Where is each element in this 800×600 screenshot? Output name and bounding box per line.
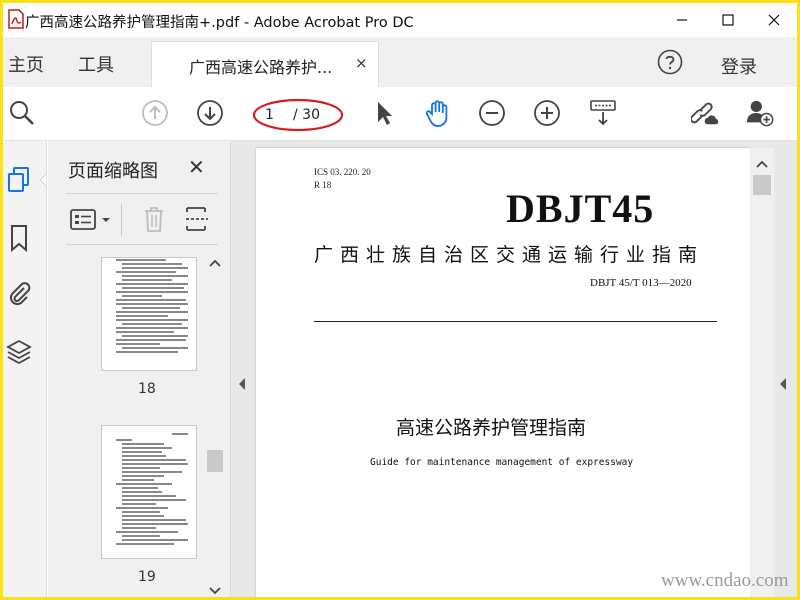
login-button[interactable]: 登录 <box>721 53 757 79</box>
collapse-left-panel-icon[interactable] <box>238 377 246 391</box>
thumbnail-page-number: 19 <box>138 569 156 585</box>
tab-document[interactable]: 广西高速公路养护... × <box>151 41 379 87</box>
panel-close-icon[interactable]: ✕ <box>188 155 205 179</box>
document-title: 高速公路养护管理指南 <box>396 417 587 439</box>
header-rule <box>314 321 717 322</box>
maximize-button[interactable] <box>705 3 751 37</box>
tab-tools[interactable]: 工具 <box>78 51 114 77</box>
keyboard-scroll-icon <box>590 100 616 126</box>
zoom-out-icon <box>479 100 505 126</box>
add-user-button[interactable] <box>745 98 775 128</box>
panel-toolbar <box>66 193 218 245</box>
rotate-page-icon[interactable] <box>184 205 210 233</box>
rail-selection-pointer <box>39 173 47 187</box>
previous-page-button[interactable] <box>140 98 170 128</box>
cursor-arrow-icon <box>378 102 392 125</box>
delete-page-icon[interactable] <box>142 205 166 233</box>
zoom-in-icon <box>534 100 560 126</box>
standard-code: DBJT45 <box>506 186 655 231</box>
pdf-page: ICS 03. 220. 20 R 18 DBJT45 广西壮族自治区交通运输行… <box>256 148 750 597</box>
document-viewer: ICS 03. 220. 20 R 18 DBJT45 广西壮族自治区交通运输行… <box>231 141 797 597</box>
page-thumbnail-18[interactable] <box>101 257 197 371</box>
next-page-button[interactable] <box>195 98 225 128</box>
expand-right-panel-icon[interactable] <box>779 377 787 391</box>
zoom-search-icon <box>10 101 34 125</box>
zoom-in-button[interactable] <box>532 98 562 128</box>
red-highlight-ellipse <box>252 98 344 132</box>
select-tool-button[interactable] <box>369 98 399 128</box>
options-menu-icon[interactable] <box>70 208 114 232</box>
link-cloud-icon <box>691 102 719 125</box>
hand-tool-button[interactable] <box>423 98 453 128</box>
thumbnail-scrollbar[interactable] <box>205 251 225 597</box>
panel-title: 页面缩略图 <box>68 161 158 182</box>
scroll-down-icon[interactable] <box>209 587 221 595</box>
document-subtitle: Guide for maintenance management of expr… <box>370 457 634 468</box>
scroll-up-icon[interactable] <box>209 259 221 267</box>
title-bar: 广西高速公路养护管理指南+.pdf - Adobe Acrobat Pro DC <box>3 3 797 37</box>
attachment-icon[interactable] <box>5 279 33 309</box>
minimize-button[interactable] <box>659 3 705 37</box>
scroll-mode-button[interactable] <box>588 98 618 128</box>
thumbnail-scroll-thumb[interactable] <box>207 450 223 472</box>
issuing-agency: 广西壮族自治区交通运输行业指南 <box>314 244 705 266</box>
help-icon[interactable] <box>657 49 683 75</box>
ics-code: ICS 03. 220. 20 <box>314 167 371 177</box>
document-scrollbar[interactable] <box>750 148 774 597</box>
arrow-up-circle-icon <box>142 100 168 126</box>
zoom-search-button[interactable] <box>7 98 37 128</box>
acrobat-app-icon <box>8 9 24 29</box>
maximize-icon <box>722 14 734 26</box>
bookmark-icon[interactable] <box>5 223 33 253</box>
toolbar: 1 / 30 <box>3 87 797 141</box>
scroll-up-icon[interactable] <box>756 160 768 168</box>
hand-icon <box>425 100 448 127</box>
close-icon <box>768 14 780 26</box>
arrow-down-circle-icon <box>197 100 223 126</box>
thumbnail-text-lines <box>116 259 188 353</box>
document-scroll-thumb[interactable] <box>753 175 771 195</box>
share-link-button[interactable] <box>691 98 721 128</box>
left-rail <box>3 141 47 597</box>
close-button[interactable] <box>751 3 797 37</box>
page-thumbnails-icon[interactable] <box>5 165 33 195</box>
toolbar-divider <box>121 204 122 236</box>
add-user-icon <box>746 100 774 127</box>
page-number-field[interactable]: 1 / 30 <box>252 98 344 132</box>
thumbnail-page-number: 18 <box>138 381 156 397</box>
classification-code: R 18 <box>314 180 332 190</box>
page-thumbnail-19[interactable] <box>101 425 197 559</box>
minimize-icon <box>677 19 687 21</box>
window-title: 广西高速公路养护管理指南+.pdf - Adobe Acrobat Pro DC <box>25 15 414 31</box>
zoom-out-button[interactable] <box>477 98 507 128</box>
document-tab-label: 广西高速公路养护... <box>189 58 333 77</box>
acrobat-window: 广西高速公路养护管理指南+.pdf - Adobe Acrobat Pro DC… <box>3 3 797 597</box>
thumbnail-panel: 页面缩略图 ✕ 18 19 <box>48 141 231 597</box>
thumbnail-text-lines <box>116 433 188 545</box>
standard-number: DBJT 45/T 013—2020 <box>590 277 692 289</box>
layers-icon[interactable] <box>5 337 33 367</box>
watermark: www.cndao.com <box>661 570 789 591</box>
tab-bar: 主页 工具 广西高速公路养护... × 登录 <box>3 37 797 87</box>
tab-home[interactable]: 主页 <box>8 51 44 77</box>
close-tab-icon[interactable]: × <box>355 54 368 72</box>
